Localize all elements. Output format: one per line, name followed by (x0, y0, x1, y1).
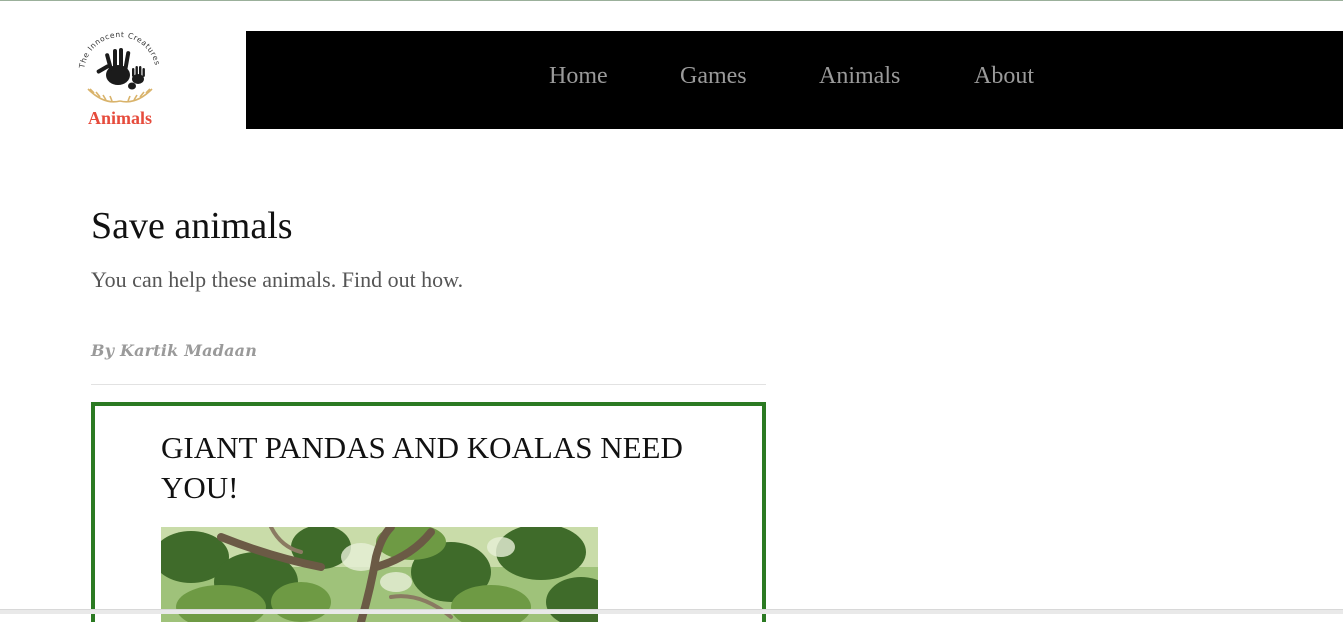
logo-text: Animals (87, 108, 152, 128)
site-logo[interactable]: The Innocent Creatures Animals (74, 27, 166, 131)
nav-link-home[interactable]: Home (549, 64, 608, 88)
card-title: GIANT PANDAS AND KOALAS NEED YOU! (161, 430, 683, 506)
divider (91, 384, 766, 385)
nav-link-animals[interactable]: Animals (819, 64, 900, 88)
feature-card: GIANT PANDAS AND KOALAS NEED YOU! (91, 402, 766, 622)
main-navbar: Home Games Animals About (246, 31, 1343, 129)
nav-link-games[interactable]: Games (680, 64, 747, 88)
page-subtitle: You can help these animals. Find out how… (91, 267, 464, 292)
nav-link-about[interactable]: About (974, 64, 1034, 88)
tree-foliage-photo (161, 527, 598, 622)
author-byline: By Kartik Madaan (91, 341, 258, 360)
handprint-logo-icon: The Innocent Creatures (77, 30, 162, 103)
page-title: Save animals (91, 205, 293, 247)
foliage-image (161, 527, 598, 622)
